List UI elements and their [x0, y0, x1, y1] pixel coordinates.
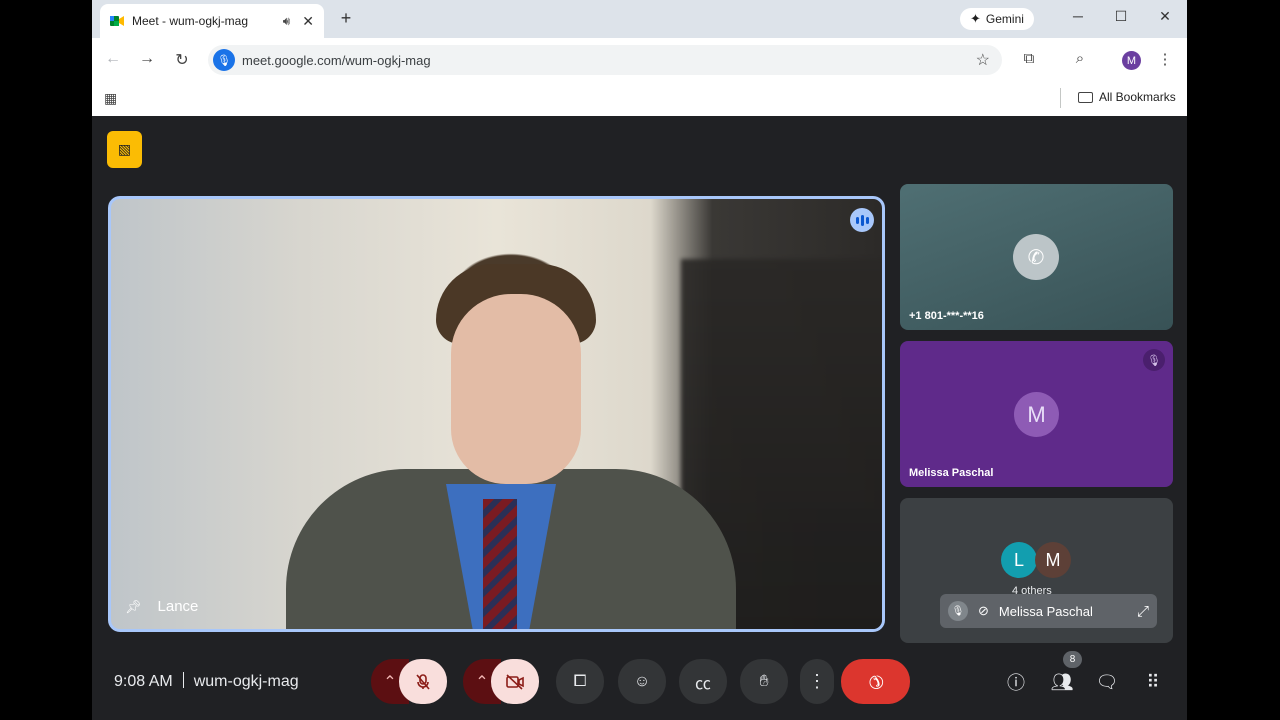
bookmark-star-icon[interactable]: ☆: [976, 50, 990, 70]
captions-icon: ㏄: [694, 675, 711, 693]
reactions-button[interactable]: ☺: [618, 659, 666, 704]
clock-time: 9:08 AM: [114, 673, 173, 690]
self-view-name: Melissa Paschal: [998, 603, 1093, 619]
meeting-code: wum-ogkj-mag: [193, 673, 299, 690]
tab-strip: Meet - wum-ogkj-mag 🔊︎ ✕ + ✦ Gemini ─ ☐ …: [92, 0, 1187, 38]
reload-button[interactable]: ↻: [172, 50, 192, 70]
forward-button[interactable]: →: [137, 50, 157, 68]
mic-off-icon: 🎙︎: [1143, 349, 1165, 371]
tab-search-icon[interactable]: ⌕: [1069, 50, 1091, 67]
present-screen-icon: ⧠: [573, 672, 587, 690]
participant-label: +1 801-***-**16: [909, 310, 984, 322]
url-text: meet.google.com/wum-ogkj-mag: [242, 53, 431, 68]
participant-label: Melissa Paschal: [909, 467, 994, 479]
maximize-button[interactable]: ☐: [1109, 8, 1133, 25]
mic-off-icon: [416, 673, 430, 690]
phone-icon: ✆: [1013, 234, 1059, 280]
camera-off-button[interactable]: [491, 659, 539, 704]
address-bar[interactable]: 🎙︎ meet.google.com/wum-ogkj-mag ☆: [208, 45, 1002, 75]
call-end-icon: ✆: [863, 669, 889, 695]
apps-grid-icon[interactable]: ▦: [104, 90, 117, 107]
video-person-tie: [483, 499, 517, 629]
meeting-info: 9:08 AM wum-ogkj-mag: [114, 672, 299, 691]
people-button[interactable]: 👥︎: [1049, 670, 1075, 694]
pin-icon[interactable]: 📌︎: [125, 599, 142, 615]
menu-kebab-icon[interactable]: ⋮: [1154, 50, 1176, 68]
avatar: M: [1035, 542, 1071, 578]
extensions-icon[interactable]: ⧉: [1018, 50, 1040, 67]
others-avatars: L M: [1001, 542, 1071, 578]
participant-count-badge: 8: [1063, 651, 1082, 668]
emoji-icon: ☺: [633, 672, 651, 690]
avatar: L: [1001, 542, 1037, 578]
raise-hand-button[interactable]: ✋︎: [740, 659, 788, 704]
all-bookmarks-label: All Bookmarks: [1099, 90, 1176, 104]
tab-meet[interactable]: Meet - wum-ogkj-mag 🔊︎ ✕: [100, 4, 324, 38]
back-button[interactable]: ←: [103, 50, 123, 68]
chat-icon: 🗨︎: [1095, 671, 1119, 692]
close-tab-icon[interactable]: ✕: [302, 13, 314, 30]
expand-icon[interactable]: ⤢: [1137, 603, 1149, 620]
main-tile-label: 📌︎ Lance: [125, 598, 198, 615]
chat-button[interactable]: 🗨︎: [1094, 670, 1120, 694]
activities-button[interactable]: ⠿: [1140, 670, 1166, 694]
speaker-icon[interactable]: 🔊︎: [283, 14, 291, 29]
leave-call-button[interactable]: ✆: [841, 659, 910, 704]
camera-control-group: ⌃: [463, 659, 539, 704]
divider: [182, 672, 184, 688]
avatar: M: [1014, 392, 1059, 437]
meet-logo-icon: [110, 15, 124, 27]
apps-grid-icon: ⠿: [1146, 671, 1160, 692]
folder-icon: [1078, 91, 1093, 103]
mic-off-icon: 🎙︎: [948, 601, 968, 621]
main-video-tile[interactable]: 📌︎ Lance: [108, 196, 885, 632]
participant-tile-phone[interactable]: ✆ +1 801-***-**16: [900, 184, 1173, 330]
more-options-button[interactable]: ⋮: [800, 659, 834, 704]
gemini-button[interactable]: ✦ Gemini: [960, 8, 1034, 30]
visual-effects-off-icon[interactable]: ▧: [107, 131, 142, 168]
participant-tile-melissa[interactable]: 🎙︎ M Melissa Paschal: [900, 341, 1173, 487]
meeting-details-button[interactable]: ⓘ: [1003, 670, 1029, 694]
minimize-button[interactable]: ─: [1066, 8, 1090, 24]
more-vert-icon: ⋮: [808, 671, 826, 691]
camera-off-icon: [506, 673, 524, 690]
gemini-sparkle-icon: ✦: [970, 11, 981, 26]
main-speaker-name: Lance: [157, 598, 199, 615]
browser-toolbar: ← → ↻ 🎙︎ meet.google.com/wum-ogkj-mag ☆ …: [92, 38, 1187, 82]
participant-tile-others[interactable]: L M 4 others 🎙︎ ⊘ Melissa Paschal ⤢: [900, 498, 1173, 643]
all-bookmarks-button[interactable]: All Bookmarks: [1078, 90, 1176, 104]
video-person-face: [451, 294, 581, 484]
speaking-indicator-icon: [850, 208, 874, 232]
browser-window: Meet - wum-ogkj-mag 🔊︎ ✕ + ✦ Gemini ─ ☐ …: [92, 0, 1187, 720]
self-view-pip[interactable]: 🎙︎ ⊘ Melissa Paschal ⤢: [940, 594, 1157, 628]
mic-off-button[interactable]: [399, 659, 447, 704]
bookmarks-bar: ▦ All Bookmarks: [92, 82, 1187, 116]
gemini-label: Gemini: [985, 12, 1024, 26]
close-window-button[interactable]: ✕: [1153, 8, 1177, 25]
microphone-in-use-icon[interactable]: 🎙︎: [213, 49, 235, 71]
present-screen-button[interactable]: ⧠: [556, 659, 604, 704]
camera-off-icon: ⊘: [978, 603, 989, 618]
new-tab-button[interactable]: +: [336, 8, 356, 29]
info-icon: ⓘ: [1007, 673, 1025, 693]
profile-avatar[interactable]: M: [1122, 51, 1141, 70]
hand-icon: ✋︎: [759, 672, 769, 690]
mic-control-group: ⌃: [371, 659, 447, 704]
captions-button[interactable]: ㏄: [679, 659, 727, 704]
tab-title: Meet - wum-ogkj-mag: [132, 14, 249, 28]
people-icon: 👥︎: [1050, 671, 1074, 692]
bookmarks-divider: [1060, 88, 1061, 108]
